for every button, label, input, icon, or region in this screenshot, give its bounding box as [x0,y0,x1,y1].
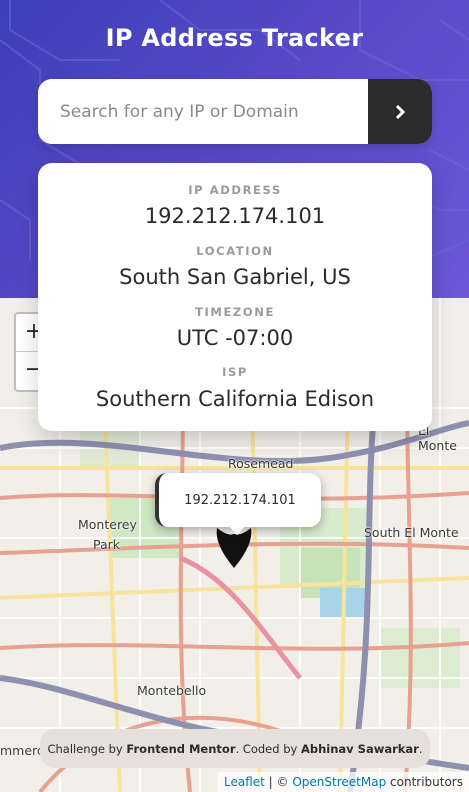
page-title: IP Address Tracker [105,24,364,52]
timezone-label: TIMEZONE [195,305,275,319]
location-value: South San Gabriel, US [119,265,351,289]
attribution-separator: | © [264,775,293,789]
isp-value: Southern California Edison [95,387,375,411]
map-label-rosemead: Rosemead [228,456,294,471]
chevron-right-icon [395,104,406,119]
challenge-prefix: Challenge by [47,741,123,756]
challenge-attribution: Challenge by Frontend Mentor. Coded by A… [40,729,430,768]
coded-suffix: . [418,741,423,756]
ip-info-card: IP ADDRESS 192.212.174.101 LOCATION Sout… [38,163,432,431]
timezone-value: UTC -07:00 [176,326,294,350]
coded-prefix: . Coded by [235,741,298,756]
frontend-mentor-link[interactable]: Frontend Mentor [126,742,235,756]
attribution-contributors: contributors [386,775,463,789]
osm-link[interactable]: OpenStreetMap [292,775,386,789]
marker-popup: 192.212.174.101 [155,473,321,527]
popup-tip [228,525,246,535]
ip-address-label: IP ADDRESS [188,183,282,197]
author-link[interactable]: Abhinav Sawarkar [301,742,419,756]
ip-address-value: 192.212.174.101 [144,204,326,228]
search-submit-button[interactable] [368,79,432,144]
map-label-montebello: Montebello [137,683,207,698]
search-input[interactable] [38,79,368,144]
map-label-monterey: Monterey [78,517,137,532]
map-attribution: Leaflet | © OpenStreetMap contributors [218,772,469,792]
isp-label: ISP [222,365,248,379]
leaflet-link[interactable]: Leaflet [224,775,265,789]
search-bar [38,79,432,144]
location-label: LOCATION [196,244,274,258]
map-label-south-el-monte: South El Monte [364,525,459,540]
map-label-park: Park [93,537,121,552]
popup-ip-text: 192.212.174.101 [184,492,296,508]
